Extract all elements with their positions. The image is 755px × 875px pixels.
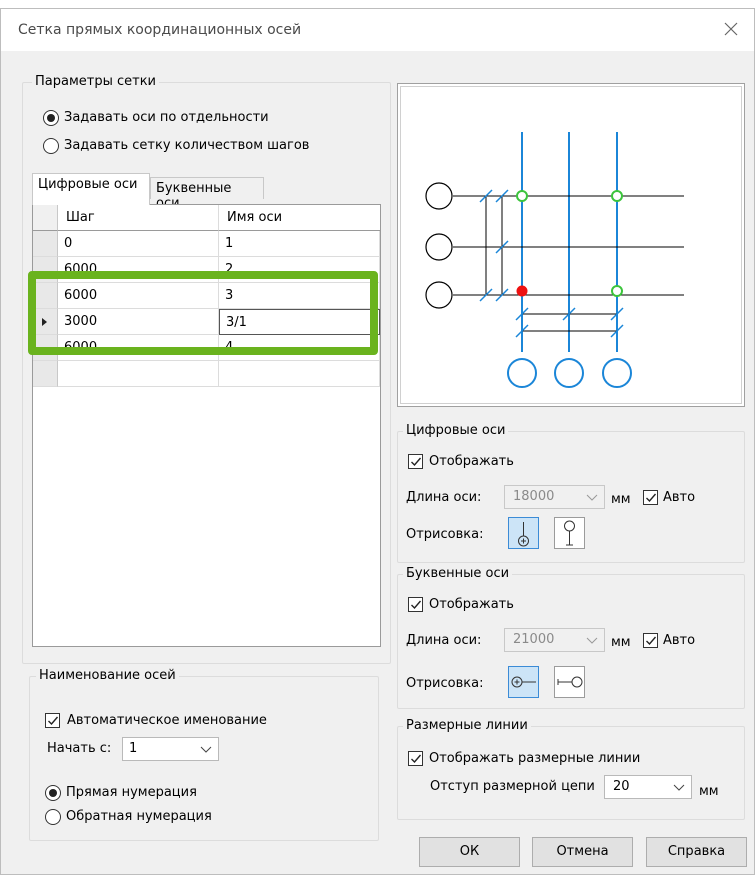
radio-reverse-numbering-label: Обратная нумерация bbox=[66, 809, 212, 824]
chevron-down-icon bbox=[673, 784, 685, 791]
auto-naming-checkbox[interactable] bbox=[45, 713, 60, 728]
grid-params-legend: Параметры сетки bbox=[32, 74, 160, 89]
table-header-corner bbox=[33, 205, 58, 231]
table-row-header-new[interactable] bbox=[33, 361, 58, 387]
table-cell-step[interactable]: 0 bbox=[58, 231, 219, 257]
letter-draw-right-button[interactable] bbox=[554, 666, 585, 698]
letter-length-value: 21000 bbox=[513, 632, 555, 647]
axis-bubble-bottom-icon bbox=[518, 522, 529, 547]
axes-grid-dialog: Сетка прямых координационных осей Параме… bbox=[0, 8, 755, 875]
letter-axes-legend: Буквенные оси bbox=[403, 566, 513, 581]
highlight-frame bbox=[28, 271, 378, 355]
digital-auto-label: Авто bbox=[663, 490, 696, 505]
table-header-axis-name-label: Имя оси bbox=[227, 210, 283, 225]
title-bar: Сетка прямых координационных осей bbox=[1, 9, 754, 51]
naming-legend: Наименование осей bbox=[36, 668, 179, 683]
dimension-offset-label: Отступ размерной цепи bbox=[430, 779, 595, 794]
letter-draw-label: Отрисовка: bbox=[406, 676, 484, 691]
table-header-step-label: Шаг bbox=[66, 210, 95, 225]
letter-length-label: Длина оси: bbox=[406, 633, 482, 648]
digital-show-checkbox[interactable] bbox=[408, 454, 423, 469]
radio-steps-grid-label: Задавать сетку количеством шагов bbox=[64, 138, 310, 153]
digital-show-label: Отображать bbox=[429, 454, 514, 469]
chevron-down-icon bbox=[586, 494, 598, 501]
letter-auto-checkbox[interactable] bbox=[643, 633, 658, 648]
checkmark-icon bbox=[646, 636, 657, 646]
checkmark-icon bbox=[48, 716, 59, 726]
radio-reverse-numbering[interactable] bbox=[45, 809, 61, 825]
table-header-step[interactable]: Шаг bbox=[58, 205, 219, 231]
radio-direct-numbering-label: Прямая нумерация bbox=[66, 785, 197, 800]
axis-bubble-left-icon bbox=[511, 676, 536, 688]
checkmark-icon bbox=[411, 754, 422, 764]
tab-digital-axes-label: Цифровые оси bbox=[38, 177, 138, 192]
dimension-show-label: Отображать размерные линии bbox=[429, 751, 641, 766]
letter-auto-label: Авто bbox=[663, 633, 696, 648]
letter-length-select[interactable]: 21000 bbox=[504, 628, 605, 652]
dimension-lines-legend: Размерные линии bbox=[403, 718, 531, 733]
dimension-show-checkbox[interactable] bbox=[408, 751, 423, 766]
digital-draw-bottom-button[interactable] bbox=[508, 517, 539, 549]
axis-bubble-top-icon bbox=[564, 520, 575, 546]
letter-show-checkbox[interactable] bbox=[408, 597, 423, 612]
close-icon[interactable] bbox=[720, 18, 742, 40]
letter-draw-left-button[interactable] bbox=[508, 666, 539, 698]
digital-draw-label: Отрисовка: bbox=[406, 527, 484, 542]
tab-letter-axes[interactable]: Буквенные оси bbox=[150, 177, 264, 211]
radio-steps-grid[interactable] bbox=[43, 138, 59, 154]
cancel-button[interactable]: Отмена bbox=[532, 837, 633, 867]
table-cell-step[interactable] bbox=[58, 361, 219, 387]
letter-unit-label: мм bbox=[611, 635, 631, 650]
digital-length-value: 18000 bbox=[513, 489, 555, 504]
digital-auto-checkbox[interactable] bbox=[643, 490, 658, 505]
table-cell-axis-name[interactable] bbox=[219, 361, 380, 387]
dimension-offset-value: 20 bbox=[613, 779, 630, 794]
help-button[interactable]: Справка bbox=[646, 837, 747, 867]
digital-length-select[interactable]: 18000 bbox=[504, 485, 605, 509]
digital-unit-label: мм bbox=[611, 492, 631, 507]
checkmark-icon bbox=[646, 493, 657, 503]
start-from-value: 1 bbox=[129, 741, 138, 756]
start-from-select[interactable]: 1 bbox=[122, 737, 219, 761]
radio-separate-axes-label: Задавать оси по отдельности bbox=[64, 110, 269, 125]
letter-show-label: Отображать bbox=[429, 597, 514, 612]
start-from-label: Начать с: bbox=[47, 741, 112, 756]
axes-grid-preview-drawing bbox=[425, 132, 684, 388]
dimension-offset-select[interactable]: 20 bbox=[604, 775, 692, 799]
axis-bubble-right-icon bbox=[557, 676, 583, 688]
table-cell-axis-name[interactable]: 1 bbox=[219, 231, 380, 257]
radio-direct-numbering[interactable] bbox=[45, 785, 61, 801]
dimension-unit-label: мм bbox=[699, 784, 719, 799]
digital-axes-legend: Цифровые оси bbox=[403, 423, 509, 438]
checkmark-icon bbox=[411, 457, 422, 467]
digital-draw-top-button[interactable] bbox=[554, 517, 585, 549]
auto-naming-label: Автоматическое именование bbox=[67, 713, 267, 728]
ok-button[interactable]: ОК bbox=[419, 837, 520, 867]
tab-digital-axes[interactable]: Цифровые оси bbox=[32, 173, 150, 205]
grid-preview bbox=[397, 83, 745, 407]
chevron-down-icon bbox=[586, 637, 598, 644]
window-title: Сетка прямых координационных осей bbox=[18, 22, 302, 38]
radio-separate-axes[interactable] bbox=[43, 110, 59, 126]
chevron-down-icon bbox=[200, 746, 212, 753]
dimension-lines-group: Размерные линии bbox=[397, 718, 745, 820]
checkmark-icon bbox=[411, 600, 422, 610]
table-row-header[interactable] bbox=[33, 231, 58, 257]
digital-length-label: Длина оси: bbox=[406, 490, 482, 505]
table-header-axis-name[interactable]: Имя оси bbox=[219, 205, 380, 231]
